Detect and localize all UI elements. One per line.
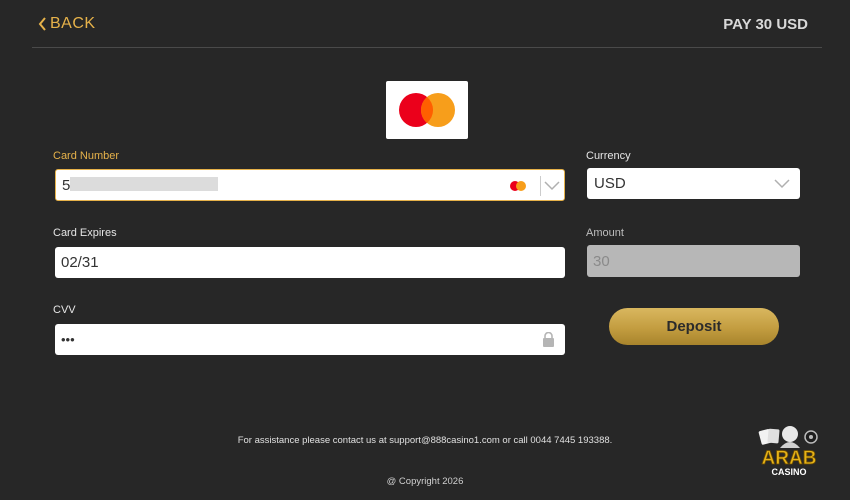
field-separator [540, 176, 541, 196]
back-link[interactable]: BACK [38, 15, 96, 33]
card-expires-value: 02/31 [61, 254, 99, 271]
mastercard-icon [510, 181, 526, 191]
top-bar: BACK PAY 30 USD [32, 0, 822, 48]
currency-value: USD [594, 175, 626, 192]
brand-line2: CASINO [771, 467, 806, 477]
currency-select[interactable]: USD [587, 168, 800, 199]
chevron-left-icon [38, 17, 46, 31]
amount-input: 30 [587, 245, 800, 277]
amount-label: Amount [586, 227, 624, 239]
arab-casino-logo: ARAB CASINO [750, 420, 828, 480]
mastercard-logo [386, 81, 468, 139]
cvv-value: ••• [61, 332, 75, 347]
deposit-button[interactable]: Deposit [609, 308, 779, 345]
pay-amount-title: PAY 30 USD [723, 16, 808, 33]
cvv-label: CVV [53, 304, 76, 316]
mastercard-logo-icon [399, 93, 455, 127]
card-number-input[interactable]: 5 [55, 169, 565, 201]
lock-icon [543, 332, 554, 347]
card-expires-input[interactable]: 02/31 [55, 247, 565, 278]
brand-line1: ARAB [762, 448, 817, 469]
assistance-text: For assistance please contact us at supp… [237, 435, 613, 446]
cvv-input[interactable]: ••• [55, 324, 565, 355]
back-label: BACK [50, 15, 96, 32]
amount-value: 30 [593, 252, 610, 270]
copyright-text: @ Copyright 2026 [386, 476, 464, 487]
chevron-down-icon[interactable] [544, 181, 560, 191]
arab-casino-emblem-icon: ARAB CASINO [758, 426, 818, 477]
currency-label: Currency [586, 150, 631, 162]
card-number-value: 5 [62, 176, 71, 194]
card-number-mask [70, 177, 218, 191]
chevron-down-icon [774, 179, 790, 189]
card-expires-label: Card Expires [53, 227, 117, 239]
card-number-label: Card Number [53, 150, 120, 162]
